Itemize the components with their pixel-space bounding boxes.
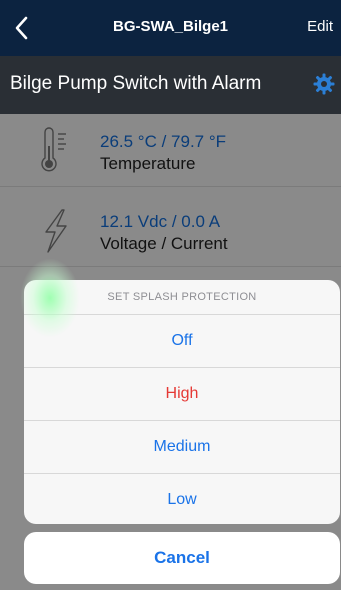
option-medium[interactable]: Medium <box>24 421 340 474</box>
option-high[interactable]: High <box>24 368 340 421</box>
nav-title: BG-SWA_Bilge1 <box>112 18 229 35</box>
option-low[interactable]: Low <box>24 474 340 524</box>
list-item[interactable]: 26.5 °C / 79.7 °F Temperature <box>0 114 341 187</box>
cancel-button[interactable]: Cancel <box>24 532 340 584</box>
action-sheet-title: SET SPLASH PROTECTION <box>24 280 340 315</box>
lightning-icon <box>45 209 67 253</box>
voltage-current-label: Voltage / Current <box>100 234 228 253</box>
device-header: Bilge Pump Switch with Alarm <box>0 56 341 114</box>
thermometer-icon <box>41 127 66 172</box>
edit-button[interactable]: Edit <box>307 18 333 35</box>
voltage-current-value: 12.1 Vdc / 0.0 A <box>100 212 221 231</box>
navigation-bar: BG-SWA_Bilge1 Edit <box>0 0 341 56</box>
temperature-label: Temperature <box>100 154 196 173</box>
splash-protection-action-sheet: SET SPLASH PROTECTION Off High Medium Lo… <box>24 280 340 524</box>
gear-icon[interactable] <box>312 72 336 96</box>
option-off[interactable]: Off <box>24 315 340 368</box>
device-name: Bilge Pump Switch with Alarm <box>10 73 262 94</box>
list-item[interactable]: 12.1 Vdc / 0.0 A Voltage / Current <box>0 194 341 267</box>
temperature-value: 26.5 °C / 79.7 °F <box>100 132 227 151</box>
